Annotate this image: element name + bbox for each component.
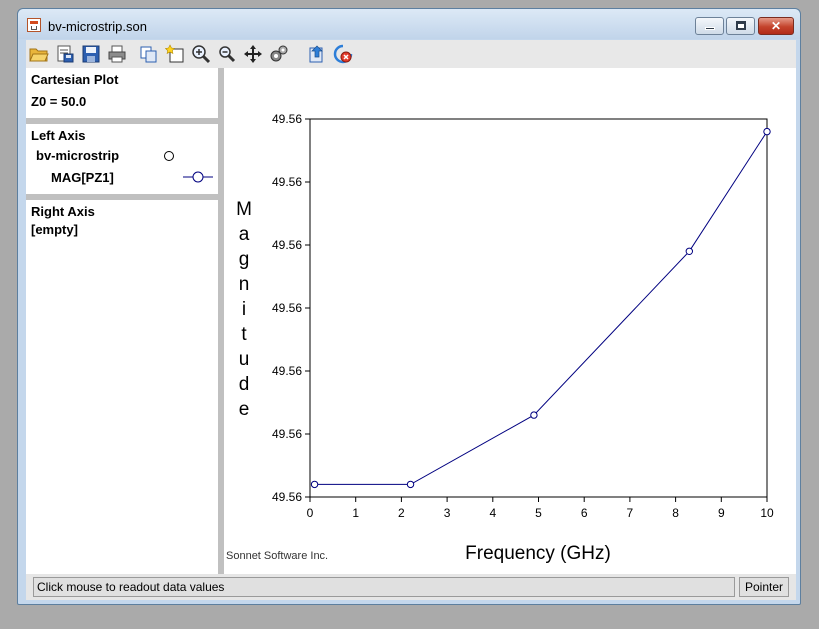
close-plot-icon[interactable] [333, 44, 353, 64]
x-tick-label: 4 [489, 506, 496, 520]
y-axis-label: Magnitude [236, 199, 252, 420]
left-axis-box[interactable]: Left Axis bv-microstrip MAG[PZ1] [26, 124, 218, 194]
y-axis-label-char: u [239, 349, 250, 370]
right-axis-heading: Right Axis [31, 204, 95, 219]
settings-icon[interactable] [269, 44, 289, 64]
y-axis-label-char: i [242, 299, 246, 320]
copy-icon[interactable] [139, 44, 159, 64]
y-axis: 49.56 49.56 49.56 49.56 49.56 49.56 49.56 [272, 112, 310, 504]
left-axis-heading: Left Axis [31, 128, 86, 143]
data-point[interactable] [763, 127, 771, 136]
zoom-out-icon[interactable] [217, 44, 237, 64]
window-title: bv-microstrip.son [48, 19, 147, 34]
pan-icon[interactable] [243, 44, 263, 64]
y-axis-label-char: a [239, 224, 250, 245]
print-icon[interactable] [107, 44, 127, 64]
x-tick-label: 7 [627, 506, 634, 520]
y-tick-label: 49.56 [272, 112, 302, 126]
plot-frame[interactable] [309, 118, 768, 498]
cartesian-chart[interactable]: 49.56 49.56 49.56 49.56 49.56 49.56 49.56 0 1 2 3… [224, 68, 796, 574]
pointer-mode[interactable]: Pointer [739, 577, 789, 597]
right-axis-box[interactable]: Right Axis [empty] [26, 200, 218, 574]
save-icon[interactable] [81, 44, 101, 64]
save-as-icon[interactable] [55, 44, 75, 64]
x-tick-label: 3 [444, 506, 451, 520]
y-tick-label: 49.56 [272, 238, 302, 252]
plot-type-label: Cartesian Plot [31, 72, 119, 87]
series-legend-icon [183, 171, 213, 183]
y-axis-label-char: d [239, 374, 250, 395]
open-folder-icon[interactable] [29, 44, 49, 64]
app-window: bv-microstrip.son ✕ Cartesian Plot Z0 = … [17, 8, 801, 605]
y-tick-label: 49.56 [272, 427, 302, 441]
x-axis: 0 1 2 3 4 5 6 7 8 9 10 [307, 497, 774, 520]
x-tick-label: 9 [718, 506, 725, 520]
data-point[interactable] [310, 480, 319, 489]
x-tick-label: 8 [672, 506, 679, 520]
x-tick-label: 6 [581, 506, 588, 520]
data-point[interactable] [406, 480, 415, 489]
sonnet-watermark: Sonnet Software Inc. [226, 550, 328, 562]
x-axis-label: Frequency (GHz) [465, 543, 611, 564]
new-plot-icon[interactable] [165, 44, 185, 64]
data-point[interactable] [685, 247, 694, 256]
y-axis-label-char: e [239, 399, 250, 420]
export-icon[interactable] [307, 44, 327, 64]
zoom-in-icon[interactable] [191, 44, 211, 64]
x-tick-label: 10 [760, 506, 774, 520]
status-message: Click mouse to readout data values [33, 577, 735, 597]
y-axis-label-char: n [239, 274, 250, 295]
x-tick-label: 2 [398, 506, 405, 520]
right-axis-value: [empty] [31, 222, 78, 237]
status-bar: Click mouse to readout data values Point… [26, 574, 796, 600]
close-button[interactable] [758, 17, 794, 35]
x-tick-label: 0 [307, 506, 314, 520]
y-axis-label-char: t [241, 324, 247, 345]
toolbar [26, 40, 796, 68]
y-axis-label-char: M [236, 199, 252, 220]
y-tick-label: 49.56 [272, 175, 302, 189]
y-tick-label: 49.56 [272, 490, 302, 504]
plot-info-panel: Cartesian Plot Z0 = 50.0 Left Axis bv-mi… [26, 68, 218, 574]
project-name[interactable]: bv-microstrip [36, 148, 119, 163]
data-point[interactable] [530, 411, 538, 419]
y-axis-label-char: g [239, 249, 250, 270]
minimize-button[interactable] [695, 17, 724, 35]
app-icon[interactable] [27, 18, 41, 32]
plot-area[interactable]: 49.56 49.56 49.56 49.56 49.56 49.56 49.56 0 1 2 3… [224, 68, 796, 574]
x-tick-label: 5 [535, 506, 542, 520]
plot-type-box: Cartesian Plot Z0 = 50.0 [26, 68, 218, 118]
y-tick-label: 49.56 [272, 301, 302, 315]
measurement-label[interactable]: MAG[PZ1] [51, 170, 114, 185]
z0-label: Z0 = 50.0 [31, 94, 87, 109]
x-tick-label: 1 [352, 506, 359, 520]
title-bar[interactable]: bv-microstrip.son [18, 9, 800, 39]
y-tick-label: 49.56 [272, 364, 302, 378]
maximize-button[interactable] [726, 17, 755, 35]
project-marker-icon [164, 151, 174, 161]
